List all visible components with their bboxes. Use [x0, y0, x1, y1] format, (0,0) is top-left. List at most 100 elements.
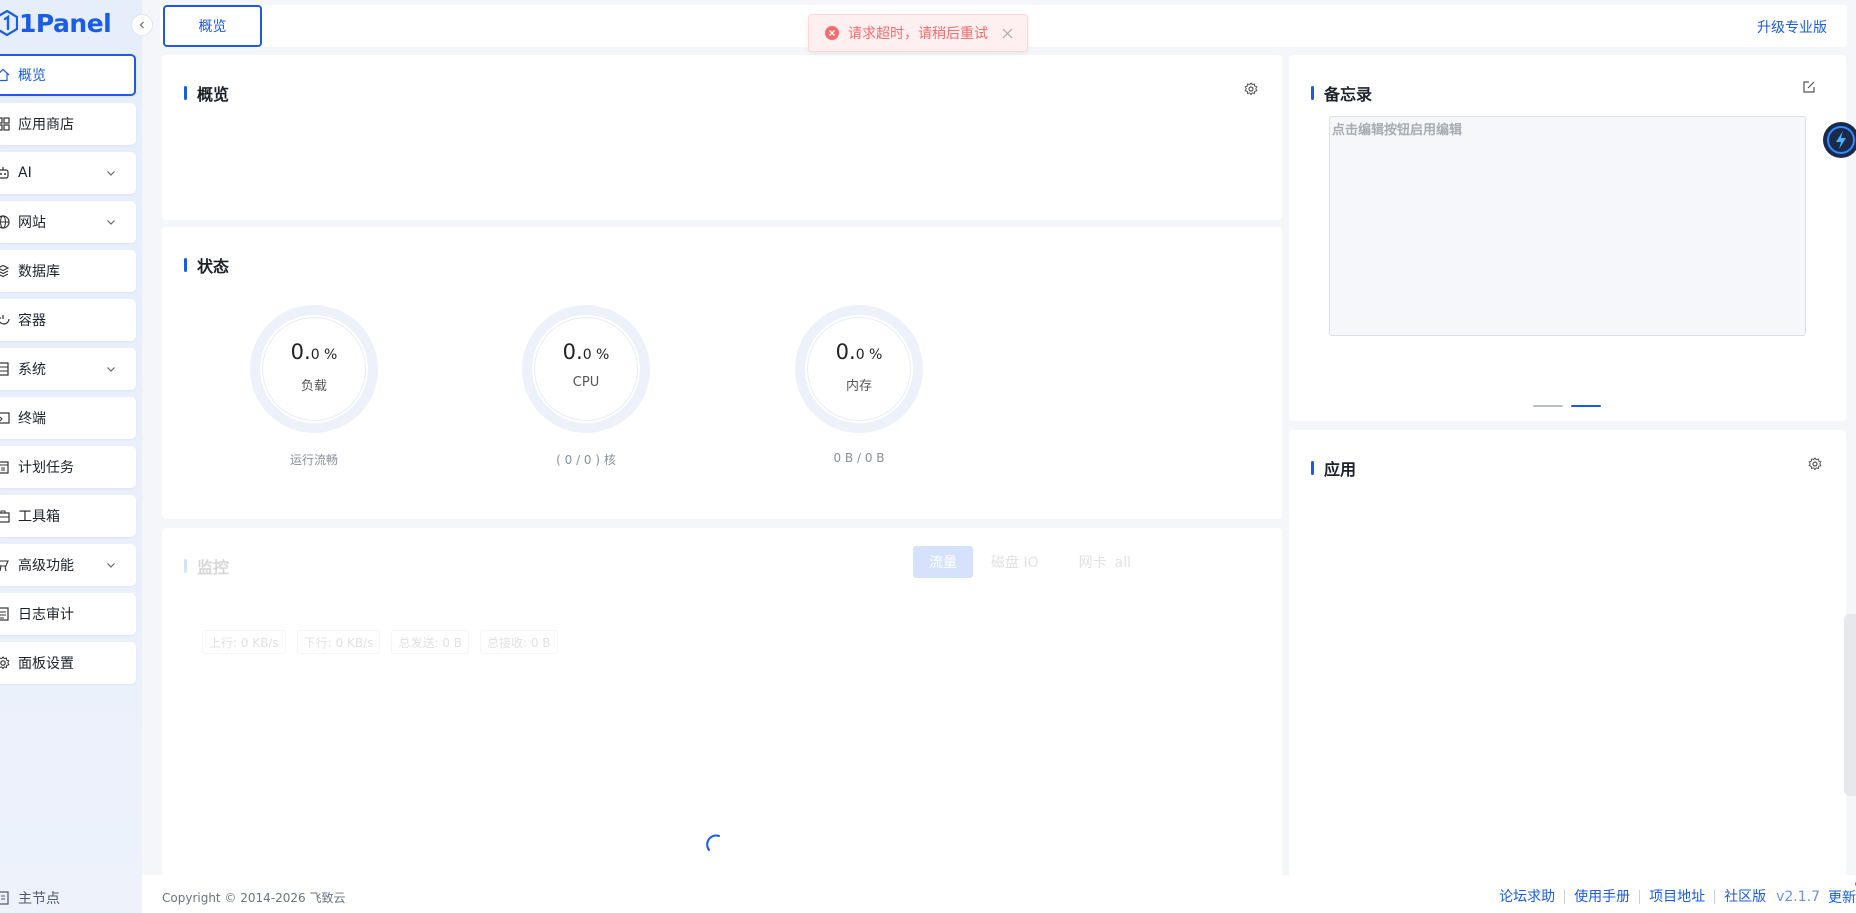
upgrade-pro-link[interactable]: 升级专业版: [1757, 17, 1827, 37]
sidebar-item-app-store[interactable]: 应用商店: [0, 103, 136, 145]
logo-text: 1Panel: [19, 8, 112, 38]
sidebar-item-label: 容器: [18, 313, 46, 329]
apps-title: 应用: [1324, 460, 1357, 479]
gauge-value: 0.0 %: [250, 340, 378, 364]
close-icon[interactable]: [1002, 28, 1013, 39]
gauge-value: 0.0 %: [795, 340, 923, 364]
footer: Copyright © 2014-2026 飞致云 论坛求助 使用手册 项目地址…: [142, 875, 1856, 913]
card-title: 应用: [1311, 456, 1356, 480]
sidebar-item-overview[interactable]: 概览: [0, 54, 136, 96]
collapse-sidebar-button[interactable]: [131, 14, 153, 36]
sidebar-item-ai[interactable]: AI: [0, 152, 136, 194]
gauge-label: 负载: [300, 379, 327, 394]
title-accent-bar: [184, 86, 187, 100]
chevron-down-icon: [107, 171, 115, 176]
chevron-left-icon: [139, 21, 144, 29]
chevron-down-icon: [107, 367, 115, 372]
nic-value: all: [1114, 555, 1131, 571]
docs-link[interactable]: 使用手册: [1565, 890, 1641, 904]
gauge-value-dec: 0 %: [310, 347, 338, 363]
terminal-icon: [0, 412, 10, 424]
gauge-value-dec: 0 %: [582, 347, 610, 363]
title-accent-bar: [1311, 86, 1314, 100]
memo-placeholder: 点击编辑按钮启用编辑: [1332, 123, 1463, 138]
copyright-text: Copyright © 2014-2026 飞致云: [162, 891, 346, 905]
gauge-subtitle: 运行流畅: [289, 453, 338, 467]
container-icon: [0, 315, 10, 325]
upload-speed-tag: 上行: 0 KB/s: [202, 630, 286, 654]
edit-icon[interactable]: [1802, 80, 1816, 94]
sidebar-item-log-audit[interactable]: 日志审计: [0, 593, 136, 635]
title-accent-bar: [1311, 461, 1314, 475]
update-link[interactable]: 更新: [1828, 881, 1856, 907]
memo-textarea[interactable]: 点击编辑按钮启用编辑: [1329, 116, 1806, 336]
side-drawer-handle[interactable]: [1844, 614, 1856, 796]
total-sent-tag: 总发送: 0 B: [391, 630, 469, 654]
tab-traffic[interactable]: 流量: [913, 546, 973, 578]
memo-title: 备忘录: [1324, 85, 1373, 104]
gauge-inner-ring: [534, 317, 638, 421]
card-title: 备忘录: [1311, 81, 1372, 105]
gauge-value-int: 0.: [835, 340, 856, 364]
load-gauge[interactable]: 0.0 % 负载: [250, 305, 378, 433]
sidebar-menu: 概览 应用商店 AI 网站 数据库 容器 系统 终端 计划任务 工具箱 高级功能…: [0, 54, 136, 691]
logo-hexagon-icon: [0, 10, 18, 36]
chevron-down-icon: [107, 563, 115, 568]
cpu-gauge[interactable]: 0.0 % CPU: [522, 305, 650, 433]
sidebar-item-label: 概览: [18, 68, 46, 84]
sidebar-item-website[interactable]: 网站: [0, 201, 136, 243]
memory-gauge[interactable]: 0.0 % 内存: [795, 305, 923, 433]
gauge-label: CPU: [572, 375, 600, 390]
sidebar-item-cron-jobs[interactable]: 计划任务: [0, 446, 136, 488]
sidebar-item-terminal[interactable]: 终端: [0, 397, 136, 439]
node-switcher[interactable]: 主节点: [0, 888, 60, 908]
logo[interactable]: 1Panel: [0, 6, 112, 40]
sidebar-item-toolbox[interactable]: 工具箱: [0, 495, 136, 537]
sidebar-item-database[interactable]: 数据库: [0, 250, 136, 292]
card-title: 状态: [184, 253, 229, 277]
nic-select[interactable]: 网卡 all: [1079, 552, 1131, 572]
monitor-card: 监控 流量 磁盘 IO 网卡 all 上行: 0 KB/s 下行: 0 KB/s …: [162, 528, 1282, 913]
sidebar-item-panel-settings[interactable]: 面板设置: [0, 642, 136, 684]
toast-message: 请求超时，请稍后重试: [848, 26, 988, 42]
ai-assistant-button[interactable]: [1823, 122, 1856, 158]
sidebar-item-label: 工具箱: [18, 509, 60, 525]
database-icon: [0, 264, 10, 278]
sidebar-item-system[interactable]: 系统: [0, 348, 136, 390]
footer-links: 论坛求助 使用手册 项目地址 社区版 v2.1.7 更新: [1490, 881, 1856, 907]
gear-icon[interactable]: [1808, 457, 1822, 471]
loading-spinner-icon: [706, 834, 720, 851]
robot-icon: [0, 167, 9, 179]
nic-label: 网卡: [1078, 555, 1107, 571]
edition-link[interactable]: 社区版: [1715, 890, 1775, 904]
overview-title: 概览: [197, 85, 230, 104]
sidebar-item-container[interactable]: 容器: [0, 299, 136, 341]
sidebar-item-advanced[interactable]: 高级功能: [0, 544, 136, 586]
toolbox-icon: [0, 510, 10, 523]
globe-icon: [0, 215, 10, 229]
gear-icon[interactable]: [1244, 82, 1258, 96]
settings-icon: [0, 656, 10, 670]
gauge-value: 0.0 %: [522, 340, 650, 364]
monitor-title: 监控: [197, 558, 230, 577]
tab-disk-io[interactable]: 磁盘 IO: [991, 552, 1039, 572]
node-switcher-label: 主节点: [18, 891, 60, 907]
update-label: 更新: [1828, 890, 1856, 906]
gauge-value-int: 0.: [290, 340, 311, 364]
tab-overview[interactable]: 概览: [163, 5, 262, 47]
log-icon: [0, 607, 9, 621]
traffic-stats: 上行: 0 KB/s 下行: 0 KB/s 总发送: 0 B 总接收: 0 B: [202, 630, 569, 654]
chevron-down-icon: [107, 220, 115, 225]
calendar-icon: [0, 461, 9, 474]
advanced-icon: [0, 560, 9, 572]
carousel-indicator-active[interactable]: [1571, 405, 1601, 407]
forum-link[interactable]: 论坛求助: [1490, 890, 1566, 904]
download-speed-tag: 下行: 0 KB/s: [296, 630, 381, 654]
gauge-value-dec: 0 %: [855, 347, 883, 363]
sidebar-item-label: 终端: [18, 411, 46, 427]
sidebar-item-label: 日志审计: [18, 607, 74, 623]
lightning-icon: [1827, 126, 1855, 154]
carousel-indicator[interactable]: [1533, 405, 1563, 407]
gauge-inner-ring: [807, 317, 911, 421]
project-link[interactable]: 项目地址: [1640, 890, 1716, 904]
